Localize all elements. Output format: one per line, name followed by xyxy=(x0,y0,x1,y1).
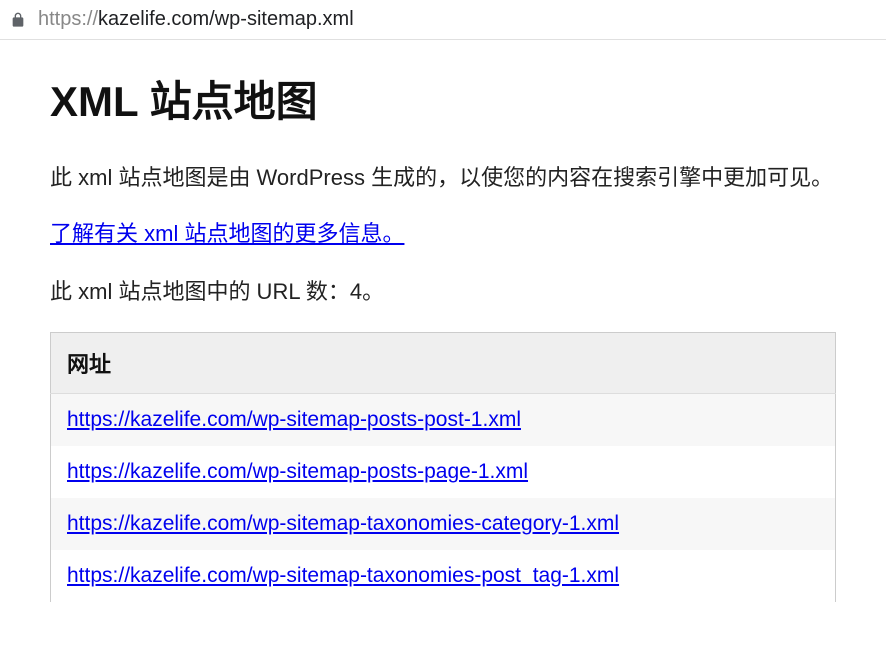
sitemap-link[interactable]: https://kazelife.com/wp-sitemap-taxonomi… xyxy=(67,512,619,535)
url-text: https://kazelife.com/wp-sitemap.xml xyxy=(38,8,354,31)
sitemap-link[interactable]: https://kazelife.com/wp-sitemap-posts-pa… xyxy=(67,460,528,483)
table-row: https://kazelife.com/wp-sitemap-posts-po… xyxy=(51,394,836,447)
table-header-url: 网址 xyxy=(51,333,836,394)
intro-text: 此 xml 站点地图是由 WordPress 生成的，以使您的内容在搜索引擎中更… xyxy=(50,161,836,194)
table-row: https://kazelife.com/wp-sitemap-taxonomi… xyxy=(51,498,836,550)
address-bar[interactable]: https://kazelife.com/wp-sitemap.xml xyxy=(0,0,886,40)
page-title: XML 站点地图 xyxy=(50,68,836,129)
table-row: https://kazelife.com/wp-sitemap-taxonomi… xyxy=(51,550,836,602)
sitemap-link[interactable]: https://kazelife.com/wp-sitemap-taxonomi… xyxy=(67,564,619,587)
learn-more-link[interactable]: 了解有关 xml 站点地图的更多信息。 xyxy=(50,216,404,248)
table-row: https://kazelife.com/wp-sitemap-posts-pa… xyxy=(51,446,836,498)
page-content: XML 站点地图 此 xml 站点地图是由 WordPress 生成的，以使您的… xyxy=(0,40,886,630)
lock-icon xyxy=(10,12,26,28)
url-count: 此 xml 站点地图中的 URL 数：4。 xyxy=(50,274,836,306)
sitemap-link[interactable]: https://kazelife.com/wp-sitemap-posts-po… xyxy=(67,408,521,431)
sitemap-table: 网址 https://kazelife.com/wp-sitemap-posts… xyxy=(50,332,836,602)
